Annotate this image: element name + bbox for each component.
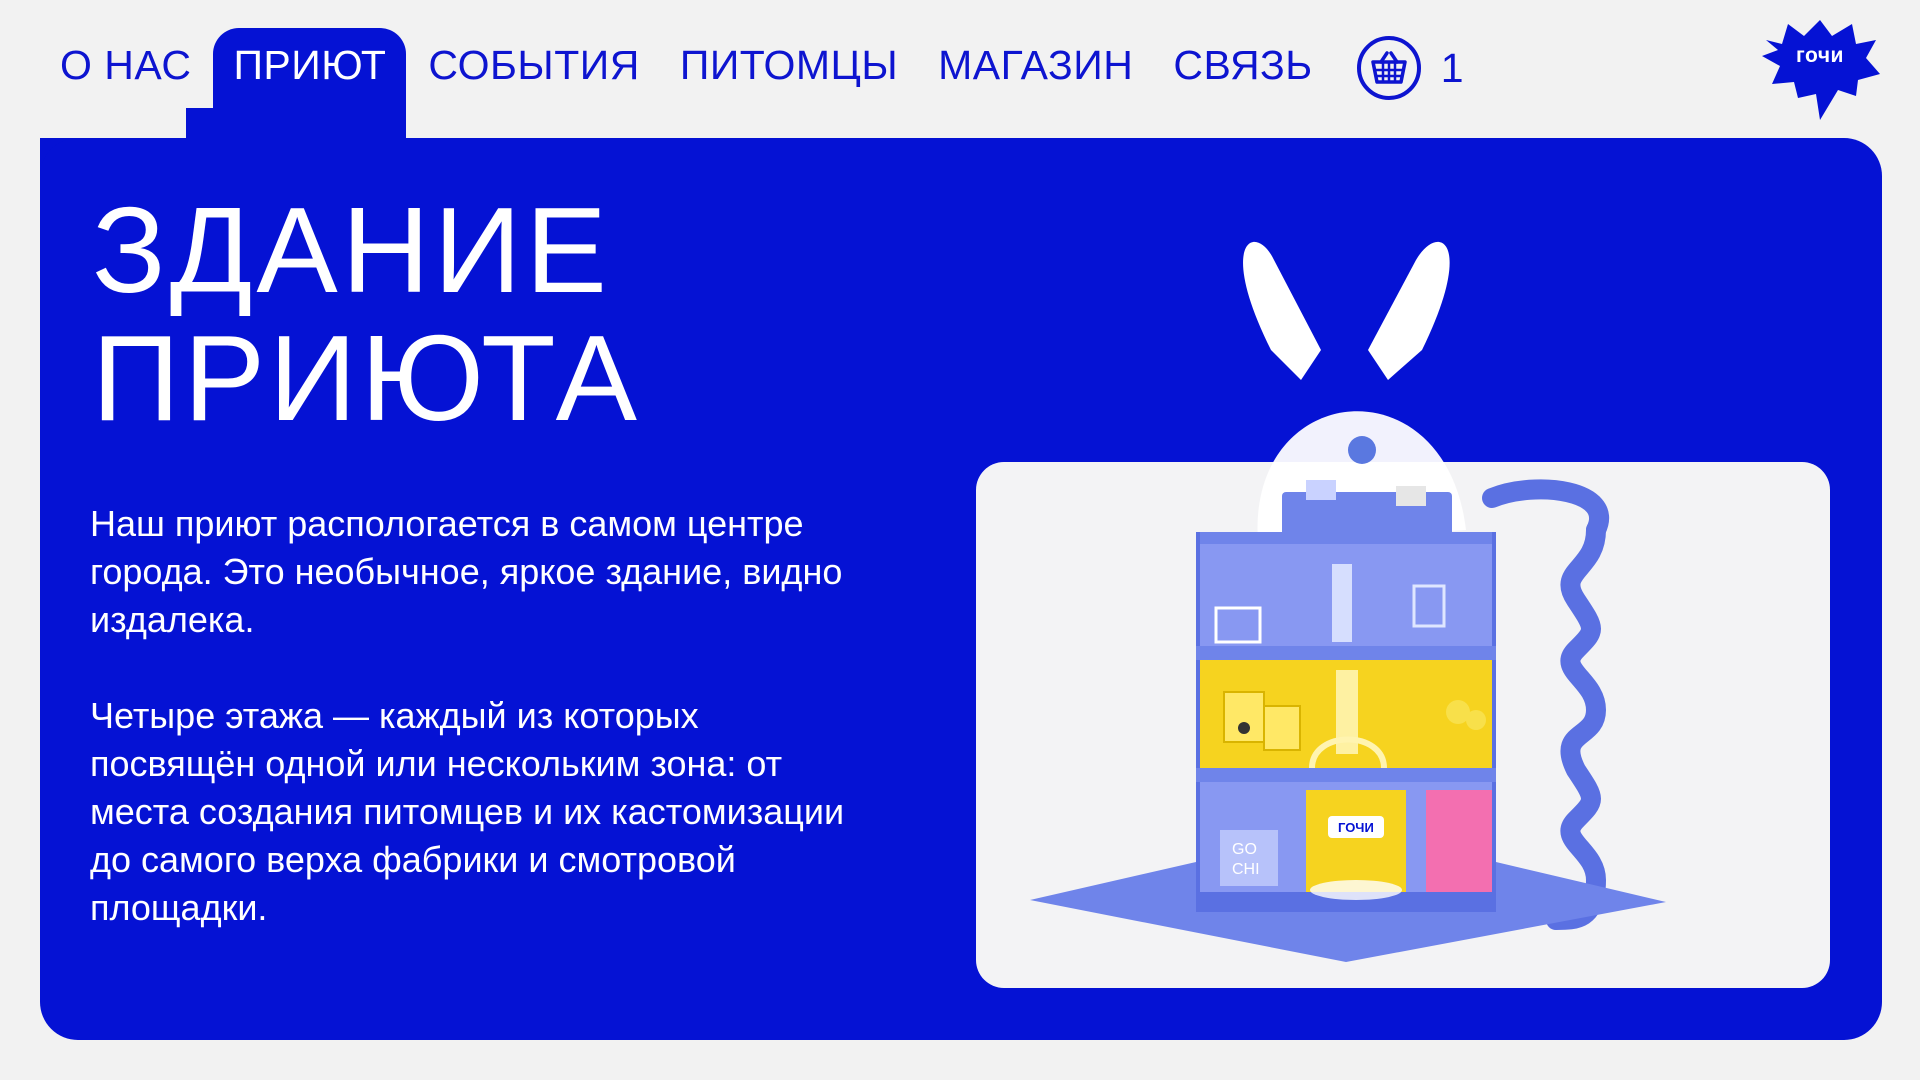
light-pillar-top xyxy=(1332,564,1352,642)
floor-2-ceiling xyxy=(1196,646,1496,660)
main-nav: О НАС ПРИЮТ СОБЫТИЯ ПИТОМЦЫ МАГАЗИН СВЯЗ… xyxy=(40,28,1464,138)
floor-1-pink-zone xyxy=(1426,790,1492,892)
logo[interactable]: гочи xyxy=(1758,18,1882,122)
nav-item-shop[interactable]: МАГАЗИН xyxy=(918,28,1153,138)
gochi-label-chi: CHI xyxy=(1232,861,1260,878)
rooftop-box-1 xyxy=(1306,480,1336,500)
nav-item-events[interactable]: СОБЫТИЯ xyxy=(408,28,659,138)
shelter-building-illustration: GO CHI ГОЧИ xyxy=(1030,241,1666,962)
floor-1-yellow-zone xyxy=(1306,790,1406,892)
yellow-box-dot xyxy=(1238,722,1250,734)
floors-paragraph: Четыре этажа — каждый из которых посвящё… xyxy=(90,695,845,928)
spiral-slide xyxy=(1482,479,1609,930)
panel-tab-join-left xyxy=(40,138,216,178)
logo-badge-icon xyxy=(1762,20,1880,120)
yellow-box-2 xyxy=(1263,705,1301,751)
dome-ball xyxy=(1348,436,1376,464)
cart-count: 1 xyxy=(1440,44,1464,91)
basket-icon xyxy=(1356,36,1421,100)
intro-paragraph: Наш приют распологается в самом центре г… xyxy=(90,503,843,640)
left-ear xyxy=(1243,241,1321,380)
yellow-box-1 xyxy=(1223,691,1265,743)
nav-item-pets[interactable]: ПИТОМЦЫ xyxy=(660,28,918,138)
page-title-line-1: ЗДАНИЕ xyxy=(92,182,611,318)
floor-3-ceiling xyxy=(1200,532,1492,544)
floor-1-ceiling xyxy=(1196,768,1496,782)
nav-item-contact[interactable]: СВЯЗЬ xyxy=(1153,28,1332,138)
nav-item-about[interactable]: О НАС xyxy=(40,28,211,138)
cart-button[interactable]: 1 xyxy=(1356,36,1464,100)
yellow-ball-2 xyxy=(1466,710,1486,730)
page-title-line-2: ПРИЮТА xyxy=(92,310,641,446)
page-title: ЗДАНИЕ ПРИЮТА xyxy=(92,186,641,442)
logo-text: гочи xyxy=(1796,44,1844,67)
rooftop-box-2 xyxy=(1396,486,1426,506)
gochi-sign-text: ГОЧИ xyxy=(1338,820,1374,835)
floor-light xyxy=(1310,880,1402,900)
right-ear xyxy=(1368,241,1450,380)
gochi-label-go: GO xyxy=(1232,841,1257,858)
nav-item-shelter[interactable]: ПРИЮТ xyxy=(213,28,407,138)
